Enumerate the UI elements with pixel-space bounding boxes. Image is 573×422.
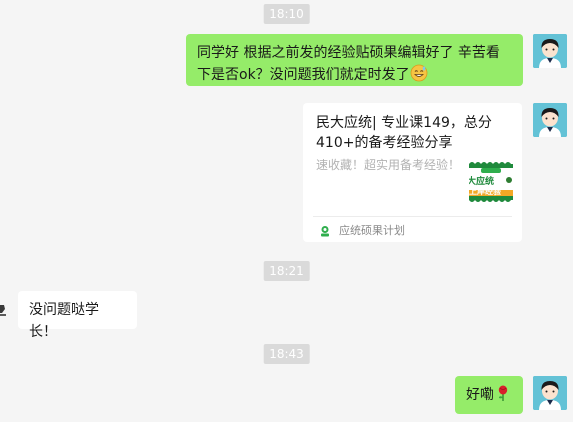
card-divider bbox=[313, 216, 512, 217]
timestamp: 18:21 bbox=[263, 261, 310, 281]
mini-program-icon bbox=[319, 222, 331, 237]
my-avatar[interactable] bbox=[533, 34, 567, 68]
grinning-sweat-emoji-icon bbox=[410, 64, 428, 82]
my-avatar[interactable] bbox=[533, 103, 567, 137]
sent-message-bubble[interactable]: 好嘞 bbox=[455, 376, 523, 414]
my-avatar[interactable] bbox=[533, 376, 567, 410]
timestamp: 18:10 bbox=[263, 4, 310, 24]
contact-avatar[interactable] bbox=[0, 299, 8, 319]
timestamp: 18:43 bbox=[263, 344, 310, 364]
message-text: 好嘞 bbox=[466, 387, 494, 403]
received-message-bubble[interactable]: 没问题哒学长！ bbox=[18, 291, 137, 340]
thumb-text-2: 上岸经验 bbox=[469, 187, 501, 196]
rose-emoji-icon bbox=[494, 384, 512, 402]
article-card[interactable]: 民大应统| 专业课149，总分410+的备考经验分享 速收藏！超实用备考经验！ … bbox=[303, 103, 522, 242]
message-text: 同学好 根据之前发的经验贴硕果编辑好了 辛苦看下是否ok？没问题我们就定时发了 bbox=[197, 45, 500, 83]
message-text: 没问题哒学长！ bbox=[29, 302, 99, 340]
card-source: 应统硕果计划 bbox=[339, 224, 405, 237]
card-description: 速收藏！超实用备考经验！ bbox=[316, 158, 461, 172]
sent-message-bubble[interactable]: 同学好 根据之前发的经验贴硕果编辑好了 辛苦看下是否ok？没问题我们就定时发了 bbox=[186, 34, 523, 86]
card-thumbnail: 大应统 上岸经验 bbox=[469, 160, 513, 204]
card-title: 民大应统| 专业课149，总分410+的备考经验分享 bbox=[316, 115, 492, 151]
